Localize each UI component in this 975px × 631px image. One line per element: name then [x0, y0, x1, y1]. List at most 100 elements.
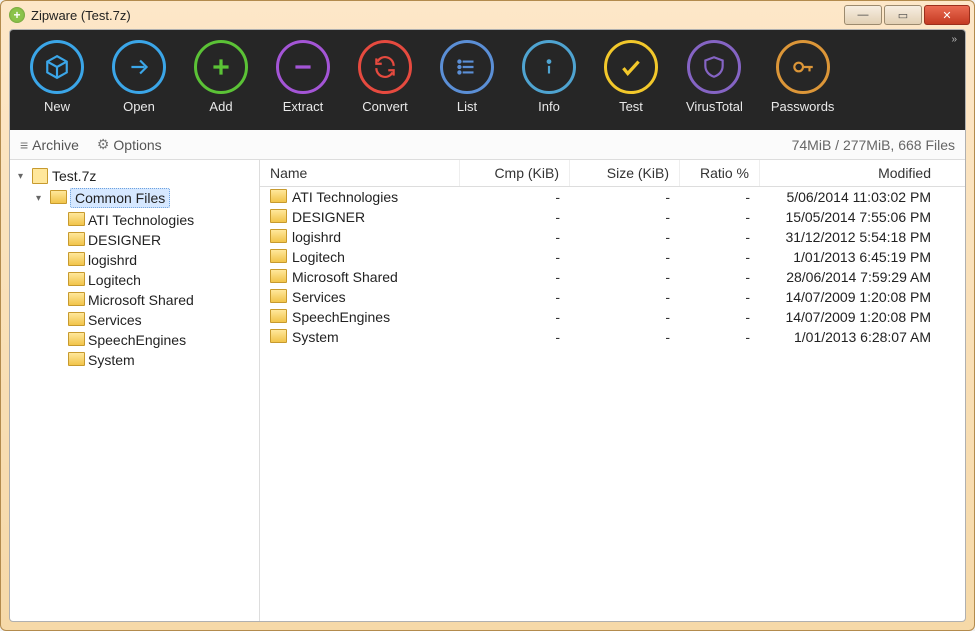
tool-add[interactable]: Add: [194, 40, 248, 114]
row-name: logishrd: [292, 229, 341, 245]
tool-new-label: New: [44, 99, 70, 114]
row-size: -: [570, 268, 680, 286]
tree-node[interactable]: Services: [50, 310, 255, 330]
row-cmp: -: [460, 208, 570, 226]
plus-icon: [194, 40, 248, 94]
tool-list[interactable]: List: [440, 40, 494, 114]
row-mod: 5/06/2014 11:03:02 PM: [760, 188, 965, 206]
content-area: ▾ Test.7z ▾ Common Files ATI Technologie…: [10, 160, 965, 621]
tree-node[interactable]: Logitech: [50, 270, 255, 290]
col-name[interactable]: Name: [260, 160, 460, 186]
arrow-right-icon: [112, 40, 166, 94]
tree-root[interactable]: ▾ Test.7z: [14, 166, 255, 186]
col-ratio[interactable]: Ratio %: [680, 160, 760, 186]
list-header: Name Cmp (KiB) Size (KiB) Ratio % Modifi…: [260, 160, 965, 187]
tree-node[interactable]: SpeechEngines: [50, 330, 255, 350]
titlebar[interactable]: + Zipware (Test.7z) — ▭ ✕: [1, 1, 974, 29]
list-row[interactable]: ATI Technologies---5/06/2014 11:03:02 PM: [260, 187, 965, 207]
row-ratio: -: [680, 188, 760, 206]
collapse-icon[interactable]: ▾: [18, 171, 28, 182]
tree-node[interactable]: ATI Technologies: [50, 210, 255, 230]
tree-node-commonfiles[interactable]: ▾ Common Files: [32, 186, 255, 210]
folder-icon: [68, 312, 84, 328]
tree-node[interactable]: DESIGNER: [50, 230, 255, 250]
row-mod: 1/01/2013 6:45:19 PM: [760, 248, 965, 266]
list-row[interactable]: SpeechEngines---14/07/2009 1:20:08 PM: [260, 307, 965, 327]
row-cmp: -: [460, 308, 570, 326]
menu-icon: ≡: [20, 137, 28, 153]
minimize-button[interactable]: —: [844, 5, 882, 25]
tool-convert-label: Convert: [362, 99, 408, 114]
menu-options-label: Options: [113, 137, 161, 153]
list-row[interactable]: Logitech---1/01/2013 6:45:19 PM: [260, 247, 965, 267]
col-cmp[interactable]: Cmp (KiB): [460, 160, 570, 186]
folder-icon: [270, 309, 286, 325]
row-ratio: -: [680, 328, 760, 346]
row-name: Services: [292, 289, 346, 305]
folder-icon: [270, 249, 286, 265]
row-size: -: [570, 328, 680, 346]
tool-test[interactable]: Test: [604, 40, 658, 114]
collapse-icon[interactable]: ▾: [36, 193, 46, 204]
close-icon: ✕: [942, 9, 951, 22]
row-cmp: -: [460, 248, 570, 266]
list-row[interactable]: logishrd---31/12/2012 5:54:18 PM: [260, 227, 965, 247]
tree-node-label: Logitech: [88, 272, 141, 288]
menu-options[interactable]: ⚙ Options: [97, 136, 162, 153]
tree-root-label: Test.7z: [52, 168, 96, 184]
row-name: System: [292, 329, 339, 345]
list-row[interactable]: DESIGNER---15/05/2014 7:55:06 PM: [260, 207, 965, 227]
info-icon: [522, 40, 576, 94]
tool-virustotal[interactable]: VirusTotal: [686, 40, 743, 114]
row-name: Microsoft Shared: [292, 269, 398, 285]
tree-pane[interactable]: ▾ Test.7z ▾ Common Files ATI Technologie…: [10, 160, 260, 621]
row-mod: 28/06/2014 7:59:29 AM: [760, 268, 965, 286]
row-name: SpeechEngines: [292, 309, 390, 325]
menu-archive-label: Archive: [32, 137, 79, 153]
close-button[interactable]: ✕: [924, 5, 970, 25]
tool-open[interactable]: Open: [112, 40, 166, 114]
tree-node[interactable]: Microsoft Shared: [50, 290, 255, 310]
row-size: -: [570, 188, 680, 206]
row-cmp: -: [460, 288, 570, 306]
col-size[interactable]: Size (KiB): [570, 160, 680, 186]
folder-icon: [270, 229, 286, 245]
toolbar-overflow-icon[interactable]: »: [951, 34, 957, 45]
row-name: DESIGNER: [292, 209, 365, 225]
list-row[interactable]: System---1/01/2013 6:28:07 AM: [260, 327, 965, 347]
list-row[interactable]: Microsoft Shared---28/06/2014 7:59:29 AM: [260, 267, 965, 287]
tree-node-label: Services: [88, 312, 142, 328]
tool-convert[interactable]: Convert: [358, 40, 412, 114]
row-ratio: -: [680, 268, 760, 286]
tree-node-label: Microsoft Shared: [88, 292, 194, 308]
row-ratio: -: [680, 248, 760, 266]
tool-passwords[interactable]: Passwords: [771, 40, 835, 114]
row-ratio: -: [680, 228, 760, 246]
tool-info[interactable]: Info: [522, 40, 576, 114]
tree-node[interactable]: System: [50, 350, 255, 370]
tool-extract-label: Extract: [283, 99, 323, 114]
app-window: + Zipware (Test.7z) — ▭ ✕ » New Open: [0, 0, 975, 631]
tool-new[interactable]: New: [30, 40, 84, 114]
list-body[interactable]: ATI Technologies---5/06/2014 11:03:02 PM…: [260, 187, 965, 621]
folder-icon: [68, 212, 84, 228]
gear-icon: ⚙: [97, 136, 110, 153]
row-size: -: [570, 208, 680, 226]
window-controls: — ▭ ✕: [844, 5, 970, 25]
list-row[interactable]: Services---14/07/2009 1:20:08 PM: [260, 287, 965, 307]
row-size: -: [570, 248, 680, 266]
folder-icon: [68, 272, 84, 288]
row-cmp: -: [460, 328, 570, 346]
col-mod[interactable]: Modified: [760, 160, 965, 186]
tree-selected-label: Common Files: [70, 188, 170, 208]
maximize-button[interactable]: ▭: [884, 5, 922, 25]
check-icon: [604, 40, 658, 94]
list-pane: Name Cmp (KiB) Size (KiB) Ratio % Modifi…: [260, 160, 965, 621]
menu-archive[interactable]: ≡ Archive: [20, 137, 79, 153]
row-ratio: -: [680, 288, 760, 306]
tool-extract[interactable]: Extract: [276, 40, 330, 114]
minus-icon: [276, 40, 330, 94]
main-toolbar: » New Open Add: [10, 30, 965, 130]
tree-node[interactable]: logishrd: [50, 250, 255, 270]
row-name: Logitech: [292, 249, 345, 265]
